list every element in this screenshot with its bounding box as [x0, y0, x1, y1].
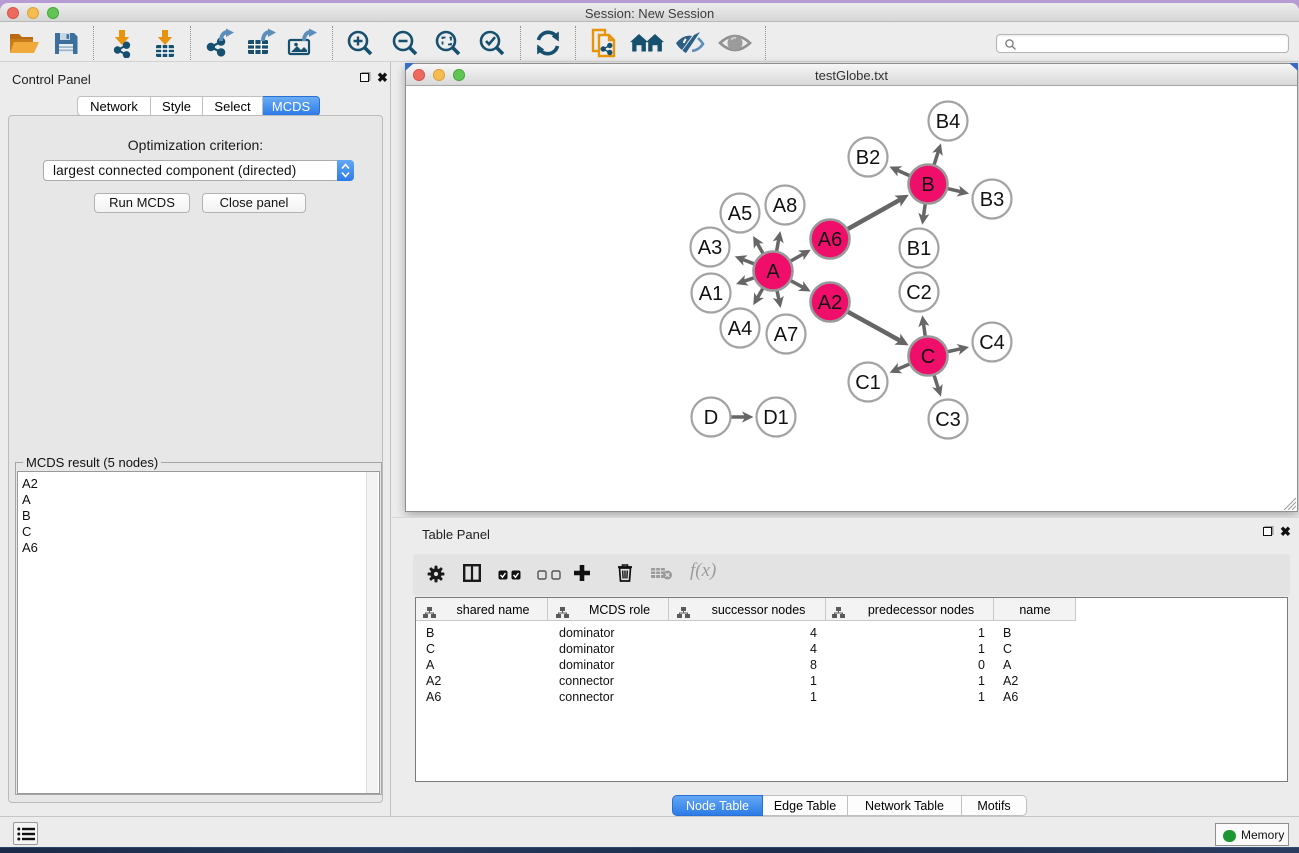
- svg-text:A4: A4: [728, 318, 752, 340]
- svg-text:A6: A6: [818, 229, 842, 251]
- svg-text:B4: B4: [936, 111, 960, 133]
- svg-text:A5: A5: [728, 203, 752, 225]
- svg-text:B2: B2: [856, 147, 880, 169]
- svg-text:C2: C2: [906, 282, 932, 304]
- svg-text:A7: A7: [774, 324, 798, 346]
- svg-text:A1: A1: [699, 283, 723, 305]
- svg-text:A3: A3: [698, 237, 722, 259]
- svg-text:C1: C1: [855, 372, 881, 394]
- svg-text:B3: B3: [980, 189, 1004, 211]
- svg-text:C4: C4: [979, 332, 1005, 354]
- svg-text:D1: D1: [763, 407, 789, 429]
- svg-text:A: A: [766, 261, 780, 283]
- svg-text:A8: A8: [773, 195, 797, 217]
- svg-text:C3: C3: [935, 409, 961, 431]
- svg-text:C: C: [921, 346, 935, 368]
- svg-text:D: D: [704, 407, 718, 429]
- svg-text:B1: B1: [907, 238, 931, 260]
- svg-text:B: B: [921, 174, 934, 196]
- svg-text:A2: A2: [818, 292, 842, 314]
